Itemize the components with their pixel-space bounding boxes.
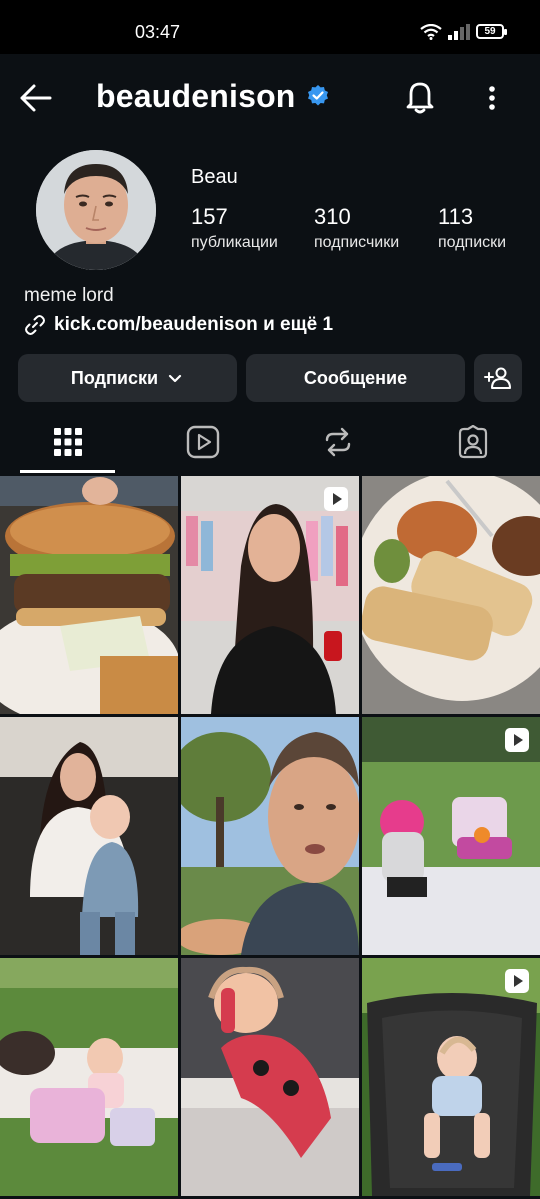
more-options-icon[interactable] [478, 78, 506, 118]
link-icon [25, 315, 45, 335]
grid-post-tamales[interactable] [362, 476, 540, 714]
grid-post-woman-store[interactable] [181, 476, 359, 714]
signal-icon [448, 24, 470, 40]
grid-post-baby-bin[interactable] [362, 958, 540, 1196]
reel-video-icon [505, 969, 529, 993]
battery-indicator: 59 [476, 24, 507, 39]
grid-post-baby-sleeping[interactable] [181, 958, 359, 1196]
message-button-label: Сообщение [303, 367, 408, 388]
reel-video-icon [505, 728, 529, 752]
posts-grid [0, 476, 540, 1199]
username: beaudenison [96, 78, 296, 114]
followers-count-stat[interactable]: 310 подписчики [314, 204, 399, 252]
reels-icon [186, 425, 219, 459]
avatar[interactable] [36, 150, 156, 270]
followers-label: подписчики [314, 234, 400, 251]
followers-count: 310 [314, 204, 351, 229]
repost-icon [325, 427, 350, 457]
posts-count-stat[interactable]: 157 публикации [191, 204, 278, 252]
chevron-down-icon [168, 374, 182, 383]
message-button[interactable]: Сообщение [246, 354, 465, 402]
reel-video-icon [324, 487, 348, 511]
profile-tabs [0, 410, 540, 474]
following-count: 113 [438, 204, 474, 229]
posts-count: 157 [191, 204, 228, 229]
profile-link[interactable]: kick.com/beaudenison и ещё 1 [24, 312, 333, 338]
tagged-user-icon [458, 425, 487, 459]
bio-text: meme lord [24, 285, 114, 306]
active-tab-indicator [20, 470, 115, 473]
profile-link-text: kick.com/beaudenison и ещё 1 [54, 314, 334, 335]
status-time: 03:47 [135, 22, 181, 42]
following-label: подписки [438, 234, 507, 251]
profile-header: beaudenison [0, 54, 540, 140]
grid-post-baby-blanket[interactable] [362, 717, 540, 955]
tab-tagged[interactable] [405, 410, 540, 474]
grid-post-man-selfie[interactable] [181, 717, 359, 955]
bell-icon[interactable] [400, 76, 440, 116]
wifi-icon [420, 24, 442, 40]
following-button-label: Подписки [70, 367, 159, 388]
tab-posts[interactable] [0, 410, 135, 474]
grid-post-burger[interactable] [0, 476, 178, 714]
grid-post-mother-baby[interactable] [0, 717, 178, 955]
status-bar: 03:47 59 [0, 0, 540, 54]
posts-label: публикации [191, 234, 278, 251]
suggested-users-button[interactable] [474, 354, 522, 402]
tab-reposts[interactable] [270, 410, 405, 474]
grid-post-baby-toy[interactable] [0, 958, 178, 1196]
tab-reels[interactable] [135, 410, 270, 474]
verified-badge-icon [308, 85, 328, 106]
grid-icon [53, 428, 82, 456]
following-button[interactable]: Подписки [18, 354, 237, 402]
following-count-stat[interactable]: 113 подписки [438, 204, 506, 252]
profile-name: Beau [191, 166, 238, 188]
back-arrow-icon[interactable] [16, 78, 56, 118]
add-user-icon [484, 367, 511, 389]
